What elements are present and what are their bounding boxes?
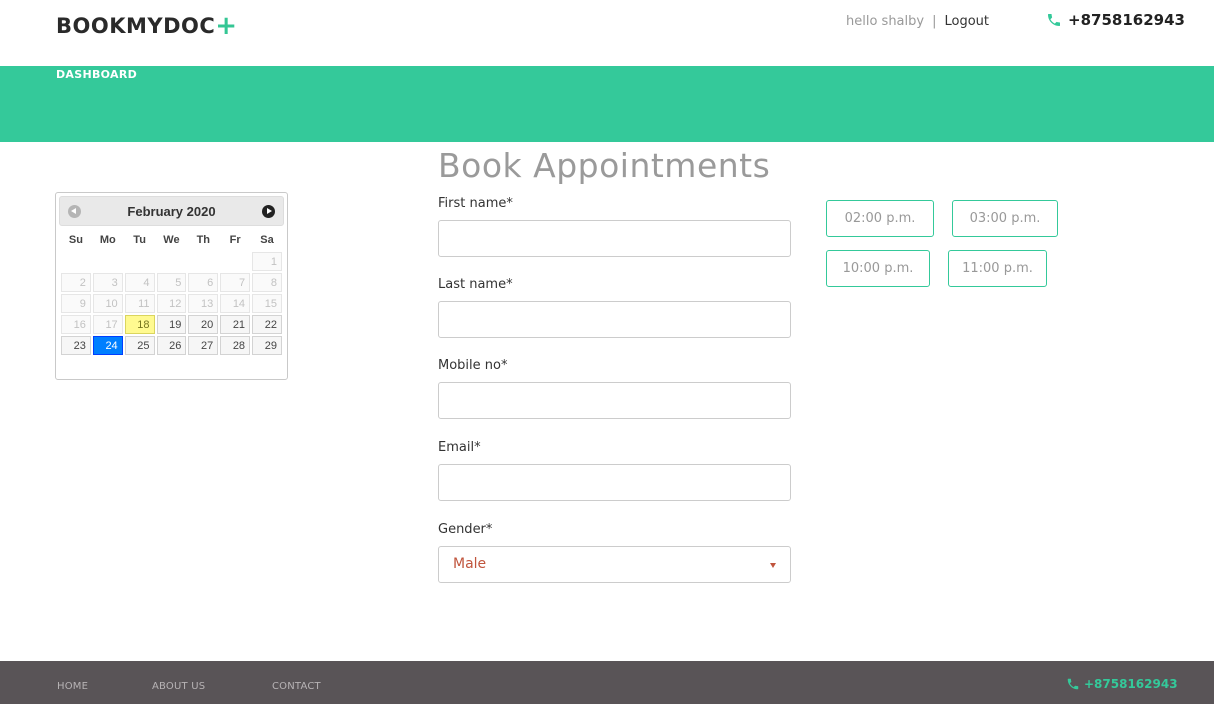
calendar-day-disabled: 9 <box>61 294 91 313</box>
time-slot-button[interactable]: 10:00 p.m. <box>826 250 930 287</box>
gender-select[interactable]: Male <box>438 546 791 583</box>
weekday-row: Su Mo Tu We Th Fr Sa <box>61 230 282 250</box>
weekday-label: Sa <box>260 234 274 246</box>
site-header: BOOKMYDOC+ hello shalby | Logout +87581629… <box>0 0 1214 66</box>
calendar-empty-cell <box>61 252 91 271</box>
calendar-day-disabled: 14 <box>220 294 251 313</box>
weekday-label: Fr <box>229 234 241 246</box>
footer-link-contact[interactable]: CONTACT <box>272 681 321 692</box>
calendar-day[interactable]: 29 <box>252 336 282 355</box>
calendar-day-disabled: 2 <box>61 273 91 292</box>
next-month-icon[interactable] <box>262 205 275 218</box>
weekday-label: Th <box>196 234 211 246</box>
user-area: hello shalby | Logout <box>846 14 989 29</box>
calendar-week-row: 2345678 <box>61 273 282 292</box>
footer-link-home[interactable]: HOME <box>57 681 88 692</box>
weekday-label: Mo <box>99 234 116 246</box>
email-input[interactable] <box>438 464 791 501</box>
calendar-day[interactable]: 23 <box>61 336 91 355</box>
calendar-day-disabled: 4 <box>124 273 155 292</box>
calendar-day-disabled: 11 <box>124 294 155 313</box>
last-name-label: Last name* <box>438 277 513 292</box>
calendar-empty-cell <box>220 252 250 271</box>
calendar-day-disabled: 6 <box>188 273 219 292</box>
calendar-day-disabled: 7 <box>220 273 251 292</box>
site-logo[interactable]: BOOKMYDOC+ <box>56 10 238 41</box>
calendar-empty-cell <box>125 252 155 271</box>
mobile-label: Mobile no* <box>438 358 508 373</box>
last-name-input[interactable] <box>438 301 791 338</box>
datepicker-header: February 2020 <box>59 196 284 226</box>
first-name-label: First name* <box>438 196 513 211</box>
calendar-day-disabled: 17 <box>92 315 123 334</box>
logo-plus-icon: + <box>215 11 238 41</box>
calendar-day-today[interactable]: 18 <box>124 315 155 334</box>
gender-label: Gender* <box>438 522 493 537</box>
calendar-day-disabled: 8 <box>252 273 282 292</box>
time-slot-button[interactable]: 02:00 p.m. <box>826 200 934 237</box>
calendar-day[interactable]: 26 <box>156 336 187 355</box>
header-phone[interactable]: +8758162943 <box>1046 11 1185 29</box>
site-footer: HOME ABOUT US CONTACT +8758162943 <box>0 661 1214 704</box>
calendar-week-row: 16 17 18 19 20 21 22 <box>61 315 282 334</box>
gender-selected-value: Male <box>453 556 487 572</box>
month-label: February 2020 <box>127 204 216 219</box>
calendar-week-row: 1 <box>61 252 282 271</box>
calendar-day[interactable]: 28 <box>220 336 251 355</box>
footer-link-about[interactable]: ABOUT US <box>152 681 205 692</box>
calendar-day-disabled: 16 <box>61 315 91 334</box>
time-slot-button[interactable]: 03:00 p.m. <box>952 200 1058 237</box>
calendar-day[interactable]: 20 <box>188 315 219 334</box>
calendar-day-disabled: 12 <box>156 294 187 313</box>
footer-phone[interactable]: +8758162943 <box>1066 677 1178 691</box>
calendar-day[interactable]: 25 <box>124 336 155 355</box>
phone-icon <box>1067 678 1079 690</box>
calendar-day[interactable]: 21 <box>220 315 251 334</box>
separator: | <box>932 14 937 29</box>
weekday-label: Su <box>68 234 83 246</box>
calendar-week-row: 9 10 11 12 13 14 15 <box>61 294 282 313</box>
dropdown-caret-icon <box>770 563 776 568</box>
calendar-day-disabled: 15 <box>252 294 282 313</box>
calendar-day-disabled: 10 <box>92 294 123 313</box>
weekday-label: Tu <box>133 234 146 246</box>
phone-icon <box>1048 14 1060 26</box>
logo-text: BOOKMYDOC <box>56 14 216 38</box>
weekday-label: We <box>163 234 180 246</box>
datepicker: February 2020 Su Mo Tu We Th Fr Sa 12345… <box>55 192 288 380</box>
email-label: Email* <box>438 440 481 455</box>
calendar-day-disabled: 1 <box>252 252 282 271</box>
calendar-empty-cell <box>188 252 218 271</box>
calendar-day-disabled: 3 <box>92 273 123 292</box>
green-nav-bar: DASHBOARD <box>0 66 1214 142</box>
prev-month-icon[interactable] <box>68 205 81 218</box>
logout-link[interactable]: Logout <box>944 14 989 29</box>
calendar-day-disabled: 13 <box>188 294 219 313</box>
footer-phone-number: +8758162943 <box>1084 677 1178 691</box>
calendar-day-disabled: 5 <box>156 273 187 292</box>
calendar-day[interactable]: 22 <box>252 315 282 334</box>
page-title: Book Appointments <box>438 146 771 185</box>
mobile-input[interactable] <box>438 382 791 419</box>
time-slot-button[interactable]: 11:00 p.m. <box>948 250 1047 287</box>
calendar-day-selected[interactable]: 24 <box>92 336 123 355</box>
header-phone-number: +8758162943 <box>1068 11 1185 29</box>
nav-dashboard[interactable]: DASHBOARD <box>56 68 137 81</box>
calendar-grid: Su Mo Tu We Th Fr Sa 1 2 3 4 5 6 7 8 9 10 11 12 13 14… <box>59 228 284 357</box>
calendar-week-row: 23 24 25 26 27 28 29 <box>61 336 282 355</box>
first-name-input[interactable] <box>438 220 791 257</box>
calendar-empty-cell <box>93 252 123 271</box>
calendar-empty-cell <box>157 252 187 271</box>
calendar-day[interactable]: 27 <box>188 336 219 355</box>
calendar-day[interactable]: 19 <box>156 315 187 334</box>
user-greeting: hello shalby <box>846 14 925 29</box>
